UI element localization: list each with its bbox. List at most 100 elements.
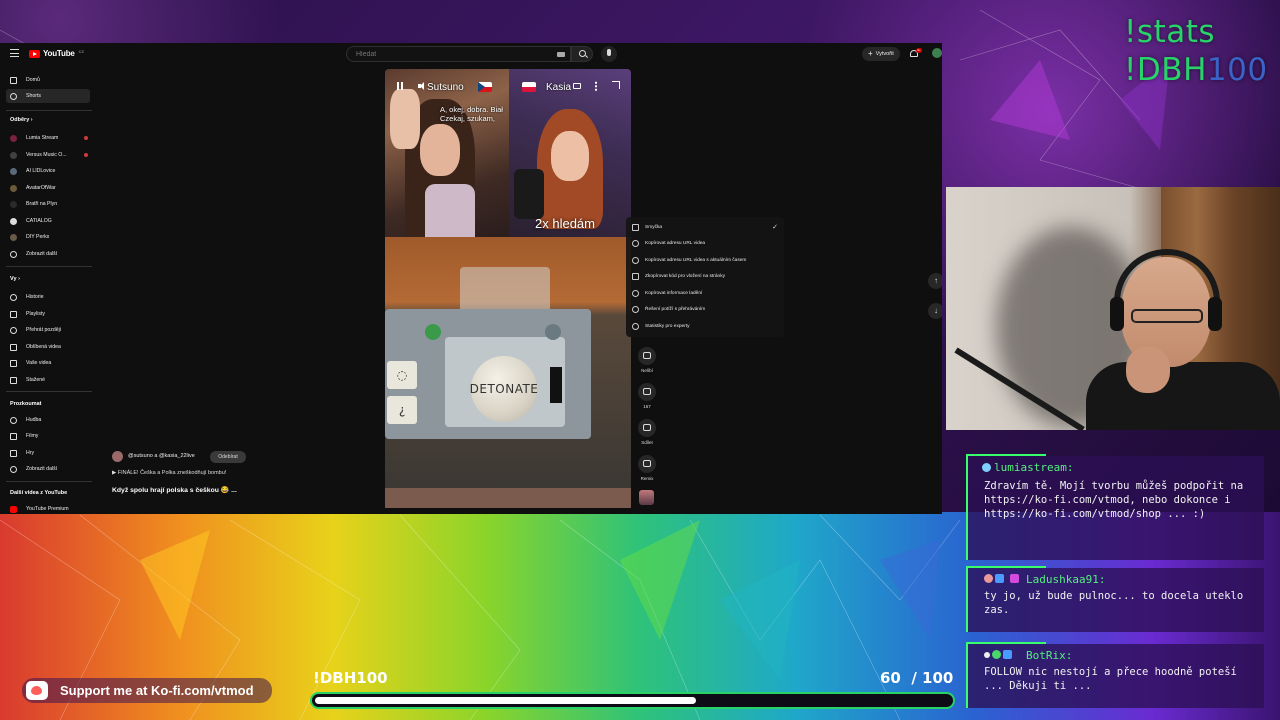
sidebar-item-subscription[interactable]: DIY Perks: [6, 230, 90, 244]
chat-message-text: FOLLOW nic nestojí a přece hoodně poteší…: [984, 666, 1237, 692]
arrow-down-icon: ↓: [934, 306, 938, 315]
share-icon: [638, 419, 656, 437]
caption-line: Czekaj, szukam,: [440, 114, 496, 123]
short-title[interactable]: Když spolu hrají polska s češkou 😂 ...: [112, 486, 237, 494]
badge-icon: [984, 574, 993, 583]
youtube-logo[interactable]: YouTube CZ: [29, 49, 84, 58]
glasses: [1131, 309, 1203, 323]
search-input[interactable]: [356, 50, 536, 59]
sidebar-item-music[interactable]: Hudba: [6, 413, 90, 427]
account-avatar[interactable]: [932, 48, 942, 58]
context-item-copy-url[interactable]: Kopírovat adresu URL videa: [632, 237, 782, 249]
webcam-left-panel: [385, 69, 509, 239]
polish-flag-icon: [522, 82, 536, 92]
notifications-button[interactable]: 9+: [910, 48, 922, 58]
sidebar-item-liked[interactable]: Oblíbená videa: [6, 340, 90, 354]
captions-icon[interactable]: [573, 83, 581, 89]
remix-button[interactable]: Remix: [637, 455, 657, 481]
sidebar-divider: [6, 391, 92, 392]
next-short-button[interactable]: ↓: [928, 303, 942, 319]
channel-avatar[interactable]: [112, 451, 123, 462]
short-video-player[interactable]: Sutsuno Kasia A, okej, dobra. Biał Czekaj…: [385, 69, 631, 508]
youtube-premium-icon: [10, 505, 17, 513]
context-item-troubleshoot[interactable]: Řešení potíží s přehráváním: [632, 303, 782, 315]
status-light: [425, 324, 441, 340]
subscriptions-heading[interactable]: Odběry ›: [10, 117, 33, 123]
short-subtitle[interactable]: ▶ FINÁLE! Češka a Polka zneškodňují bomb…: [112, 470, 226, 476]
action-label: Nelíbí: [641, 368, 653, 373]
chat-badges: [984, 574, 1019, 583]
context-item-stats[interactable]: Statistiky pro experty: [632, 320, 782, 332]
bomb-slot-button: ◌: [387, 361, 417, 389]
sidebar-item-show-more[interactable]: Zobrazit další: [6, 247, 90, 261]
sidebar-item-show-more-explore[interactable]: Zobrazit další: [6, 462, 90, 476]
history-icon: [10, 293, 17, 301]
sidebar-item-label: Zobrazit další: [26, 251, 58, 257]
sidebar-item-your-videos[interactable]: Vaše videa: [6, 356, 90, 370]
sidebar-item-subscription[interactable]: Bratři na Plyn: [6, 197, 90, 211]
context-item-loop[interactable]: Smyčka ✓: [632, 221, 782, 233]
sidebar-item-home[interactable]: Domů: [6, 73, 90, 87]
sidebar-item-history[interactable]: Historie: [6, 290, 90, 304]
sidebar-item-playlists[interactable]: Playlisty: [6, 307, 90, 321]
sidebar-item-label: Versus Music O...: [26, 152, 67, 158]
youtube-window: YouTube CZ +Vytvořit 9+ Domů Shorts Odbě…: [0, 43, 942, 514]
sidebar-item-label: Domů: [26, 77, 40, 83]
streamer-webcam: [946, 187, 1280, 430]
previous-short-button[interactable]: ↑: [928, 273, 942, 289]
dbh-command-text: !DBH100: [1124, 52, 1268, 88]
create-button[interactable]: + Vytvořit: [862, 47, 900, 61]
sidebar-item-shorts[interactable]: Shorts: [6, 89, 90, 103]
context-item-debug[interactable]: Kopírovat informace ladění: [632, 287, 782, 299]
expand-icon[interactable]: [612, 81, 620, 89]
voice-search-button[interactable]: [601, 46, 617, 62]
volume-icon[interactable]: [418, 82, 426, 90]
bomb-slot-button: ¿: [387, 396, 417, 424]
context-item-copy-url-time[interactable]: Kopírovat adresu URL videa s aktuálním č…: [632, 254, 782, 266]
sidebar-item-subscription[interactable]: Lumia Stream: [6, 131, 90, 145]
context-item-embed[interactable]: Zkopírovat kód pro vložení na stránky: [632, 270, 782, 282]
sidebar-item-subscription[interactable]: CATIALOG: [6, 214, 90, 228]
context-item-label: Zkopírovat kód pro vložení na stránky: [645, 273, 725, 279]
music-icon: [10, 416, 17, 424]
search-button[interactable]: [571, 46, 593, 62]
status-light: [545, 324, 561, 340]
comments-button[interactable]: 167: [637, 383, 657, 409]
subscribe-button[interactable]: Odebírat: [210, 451, 246, 463]
context-item-label: Kopírovat informace ladění: [645, 290, 703, 296]
keyboard-icon[interactable]: [557, 52, 565, 57]
embed-icon: [632, 272, 639, 280]
dislike-button[interactable]: Nelíbí: [637, 347, 657, 373]
chat-username: lumiastream:: [994, 461, 1074, 474]
menu-icon[interactable]: [10, 49, 19, 57]
dbh-command-prefix: !DBH: [1124, 52, 1207, 88]
sidebar-item-subscription[interactable]: Versus Music O...: [6, 148, 90, 162]
context-item-label: Kopírovat adresu URL videa s aktuálním č…: [645, 257, 747, 263]
short-subtitle-text: FINÁLE! Češka a Polka zneškodňují bombu!: [117, 470, 227, 476]
pause-icon[interactable]: [397, 82, 403, 90]
sidebar-item-label: Shorts: [26, 93, 41, 99]
channel-avatar: [10, 167, 17, 175]
share-button[interactable]: Sdílet: [637, 419, 657, 445]
loop-icon: [632, 223, 639, 231]
sound-thumbnail[interactable]: [639, 490, 654, 505]
chat-overlay: lumiastream: Zdravím tě. Mojí tvorbu můž…: [966, 446, 1264, 708]
sidebar-item-youtube-premium[interactable]: YouTube Premium: [6, 502, 90, 514]
more-options-icon[interactable]: [595, 81, 597, 91]
you-heading[interactable]: Vy ›: [10, 276, 20, 282]
badge-icon: [984, 652, 990, 658]
channel-avatar: [10, 200, 17, 208]
sidebar-item-label: DIY Perks: [26, 234, 50, 240]
sidebar-item-subscription[interactable]: AI LIDLovice: [6, 164, 90, 178]
sidebar-item-movies[interactable]: Filmy: [6, 429, 90, 443]
sidebar-item-downloads[interactable]: Stažené: [6, 373, 90, 387]
subscriptions-title: Odběry: [10, 117, 30, 123]
sidebar-item-gaming[interactable]: Hry: [6, 446, 90, 460]
sidebar-divider: [6, 266, 92, 267]
context-item-label: Statistiky pro experty: [645, 323, 690, 329]
channel-name[interactable]: @sutsuno a @kasia_22live: [128, 453, 195, 459]
chevron-down-icon: [10, 465, 17, 473]
sidebar-item-subscription[interactable]: AvatarOfWar: [6, 181, 90, 195]
kofi-support-banner: Support me at Ko-fi.com/vtmod: [22, 678, 272, 703]
sidebar-item-watch-later[interactable]: Přehrát později: [6, 323, 90, 337]
